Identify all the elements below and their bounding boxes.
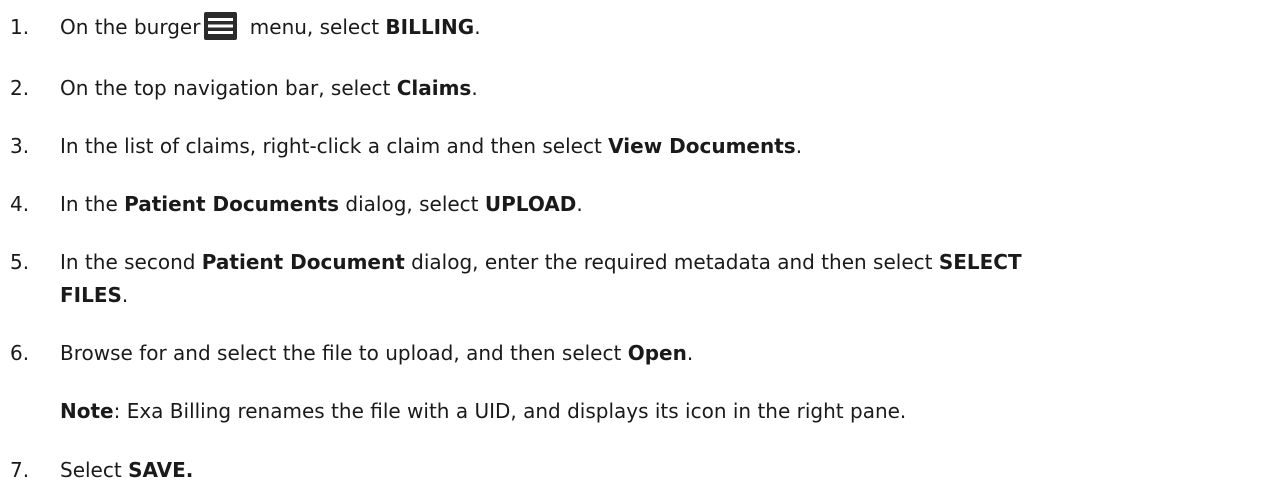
- ui-term: BILLING: [385, 15, 475, 39]
- step-7: 7. Select SAVE.: [10, 455, 1281, 485]
- text-segment: On the burger: [60, 15, 201, 39]
- ui-term: FILES: [60, 283, 122, 307]
- text-segment: Select: [60, 458, 129, 482]
- text-segment: .: [121, 283, 129, 307]
- text-segment: .: [474, 15, 481, 39]
- text-segment: On the top navigation bar, select: [60, 76, 397, 100]
- step-1: 1. On the burger menu, select BILLING.: [10, 12, 1281, 42]
- step-text: In the Patient Documents dialog, select …: [60, 192, 583, 216]
- note-text: : Exa Billing renames the file with a UI…: [113, 399, 907, 423]
- ui-term: SELECT: [938, 250, 1022, 274]
- step-3: 3. In the list of claims, right-click a c…: [10, 131, 1281, 161]
- step-4: 4. In the Patient Documents dialog, selec…: [10, 189, 1281, 219]
- text-segment: In the second: [60, 250, 202, 274]
- step-number: 3.: [10, 134, 30, 158]
- step-6: 6. Browse for and select the file to uplo…: [10, 338, 1281, 368]
- text-segment: .: [795, 134, 803, 158]
- step-number: 4.: [10, 192, 30, 216]
- text-segment: menu, select: [243, 15, 386, 39]
- text-segment: In the: [60, 192, 125, 216]
- text-segment: .: [471, 76, 478, 100]
- ui-term: Patient Documents: [124, 192, 340, 216]
- ui-term: SAVE.: [128, 458, 194, 482]
- step-number: 2.: [10, 76, 30, 100]
- ui-term: View Documents: [608, 134, 796, 158]
- burger-menu-icon: [204, 12, 238, 40]
- ui-term: UPLOAD: [484, 192, 577, 216]
- text-segment: .: [686, 341, 694, 365]
- step-text: Browse for and select the file to upload…: [60, 341, 693, 365]
- step-text: In the second Patient Document dialog, e…: [60, 250, 1022, 274]
- step-number: 5.: [10, 250, 30, 274]
- ui-term: Patient Document: [201, 250, 405, 274]
- step-6-note: Note: Exa Billing renames the file with …: [60, 396, 906, 426]
- step-number: 7.: [10, 458, 30, 482]
- text-segment: Browse for and select the file to upload…: [60, 341, 628, 365]
- step-2: 2. On the top navigation bar, select Clai…: [10, 73, 1281, 103]
- step-text: On the burger menu, select BILLING.: [60, 12, 481, 40]
- step-text: In the list of claims, right-click a cla…: [60, 134, 802, 158]
- text-segment: dialog, enter the required metadata and …: [404, 250, 939, 274]
- step-5-continuation: FILES.: [60, 280, 128, 310]
- note-label: Note: [60, 399, 114, 423]
- step-number: 6.: [10, 341, 30, 365]
- ui-term: Claims: [396, 76, 472, 100]
- ui-term: Open: [627, 341, 687, 365]
- step-number: 1.: [10, 15, 30, 39]
- step-5: 5. In the second Patient Document dialog,…: [10, 247, 1281, 277]
- text-segment: In the list of claims, right-click a cla…: [60, 134, 609, 158]
- text-segment: .: [576, 192, 583, 216]
- step-text: Select SAVE.: [60, 458, 193, 482]
- step-text: On the top navigation bar, select Claims…: [60, 76, 478, 100]
- text-segment: dialog, select: [339, 192, 485, 216]
